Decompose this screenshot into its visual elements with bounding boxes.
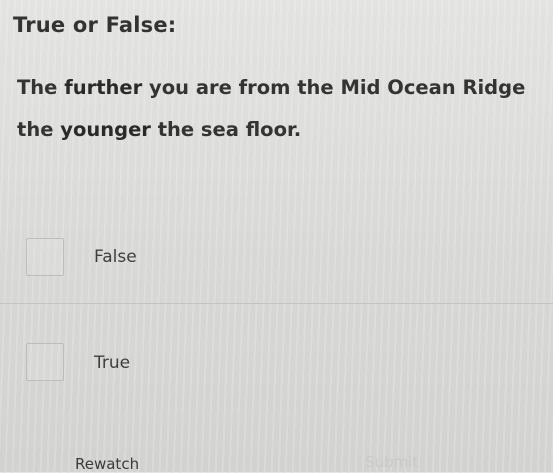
option-false[interactable]: False xyxy=(0,212,553,302)
question-line-1-suffix: you are from the Mid Ocean Ridge xyxy=(149,76,526,99)
option-true-label: True xyxy=(94,353,131,373)
question-text: The further you are from the Mid Ocean R… xyxy=(17,67,542,151)
checkbox-false[interactable] xyxy=(26,238,64,276)
question-line-1-prefix: The xyxy=(17,76,58,99)
question-line-1: The further you are from the Mid Ocean R… xyxy=(17,67,542,109)
submit-button[interactable]: Submit xyxy=(365,453,418,471)
question-line-2-suffix: the sea floor. xyxy=(157,118,302,141)
checkbox-true[interactable] xyxy=(26,343,64,381)
rewatch-button[interactable]: Rewatch xyxy=(75,455,139,473)
question-emphasis-further: further xyxy=(64,76,143,99)
question-emphasis-younger: younger xyxy=(60,118,151,141)
option-false-label: False xyxy=(94,247,137,267)
question-line-2: the younger the sea floor. xyxy=(17,109,542,151)
option-divider xyxy=(0,303,553,304)
question-label: True or False: xyxy=(13,13,177,37)
question-line-2-prefix: the xyxy=(17,118,54,141)
option-true[interactable]: True xyxy=(0,314,553,404)
